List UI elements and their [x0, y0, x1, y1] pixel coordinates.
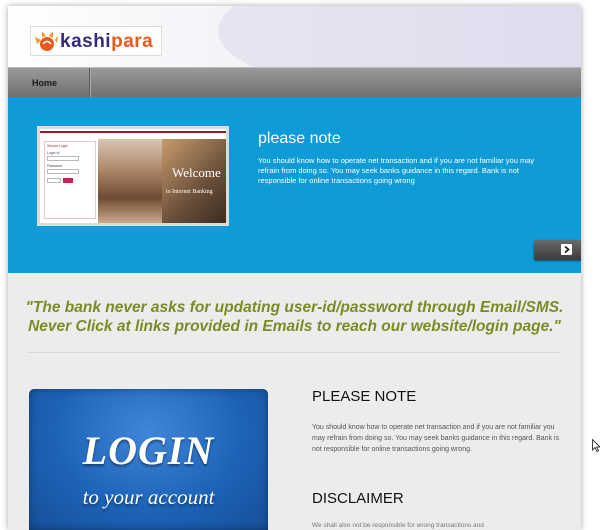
- section-divider: [28, 352, 561, 353]
- banner-text: You should know how to operate net trans…: [258, 156, 535, 185]
- slide-form-title: Secure Login: [47, 144, 68, 148]
- brand-name: kashipara: [60, 31, 153, 53]
- slide-login-id-field: [47, 156, 79, 161]
- main-nav: Home: [8, 67, 581, 98]
- slide-welcome-word: Welcome: [172, 165, 221, 180]
- slide-password-field: [47, 169, 79, 174]
- slide-submit-button: [63, 177, 73, 183]
- slide-welcome-panel: Welcome to Internet Banking: [162, 139, 226, 223]
- slide-image-topbar: [40, 129, 226, 133]
- security-slogan: "The bank never asks for updating user-i…: [8, 298, 581, 336]
- disclaimer-heading: DISCLAIMER: [312, 490, 404, 507]
- page: kashipara Home Secure Login Login Id Pas…: [8, 6, 581, 530]
- banner-slider: Secure Login Login Id Password Welcome t…: [8, 97, 581, 273]
- disclaimer-text: We shall also not be responsible for wro…: [312, 522, 484, 529]
- slide-password-label: Password: [47, 164, 63, 168]
- login-box-subtitle: to your account: [82, 485, 215, 509]
- banner-title: please note: [258, 130, 341, 147]
- sun-rays-logo-icon: [34, 30, 58, 57]
- slide-login-id-label: Login Id: [47, 151, 60, 155]
- slide-photo: [98, 139, 162, 223]
- brand-name-part2: para: [111, 31, 154, 52]
- slogan-line-2: Never Click at links provided in Emails …: [28, 318, 561, 335]
- mouse-pointer-icon: [592, 438, 600, 457]
- chevron-right-icon: [561, 244, 572, 255]
- slide-image: Secure Login Login Id Password Welcome t…: [37, 126, 229, 226]
- nav-item-home[interactable]: Home: [8, 68, 90, 98]
- site-header: kashipara: [8, 6, 581, 67]
- slider-next-button[interactable]: [534, 240, 581, 260]
- slide-welcome-sub: to Internet Banking: [166, 189, 213, 195]
- login-to-account-button[interactable]: LOGIN to your account: [29, 389, 268, 530]
- please-note-heading: PLEASE NOTE: [312, 388, 417, 405]
- slide-form-buttons: [47, 177, 93, 183]
- slogan-line-1: "The bank never asks for updating user-i…: [25, 299, 564, 316]
- login-box-title: LOGIN: [82, 428, 215, 473]
- slide-login-form-preview: Secure Login Login Id Password: [44, 141, 96, 219]
- please-note-text: You should know how to operate net trans…: [312, 424, 560, 453]
- brand-name-part1: kashi: [60, 31, 112, 52]
- site-logo[interactable]: kashipara: [30, 26, 162, 56]
- header-swoosh-decoration: [218, 6, 581, 67]
